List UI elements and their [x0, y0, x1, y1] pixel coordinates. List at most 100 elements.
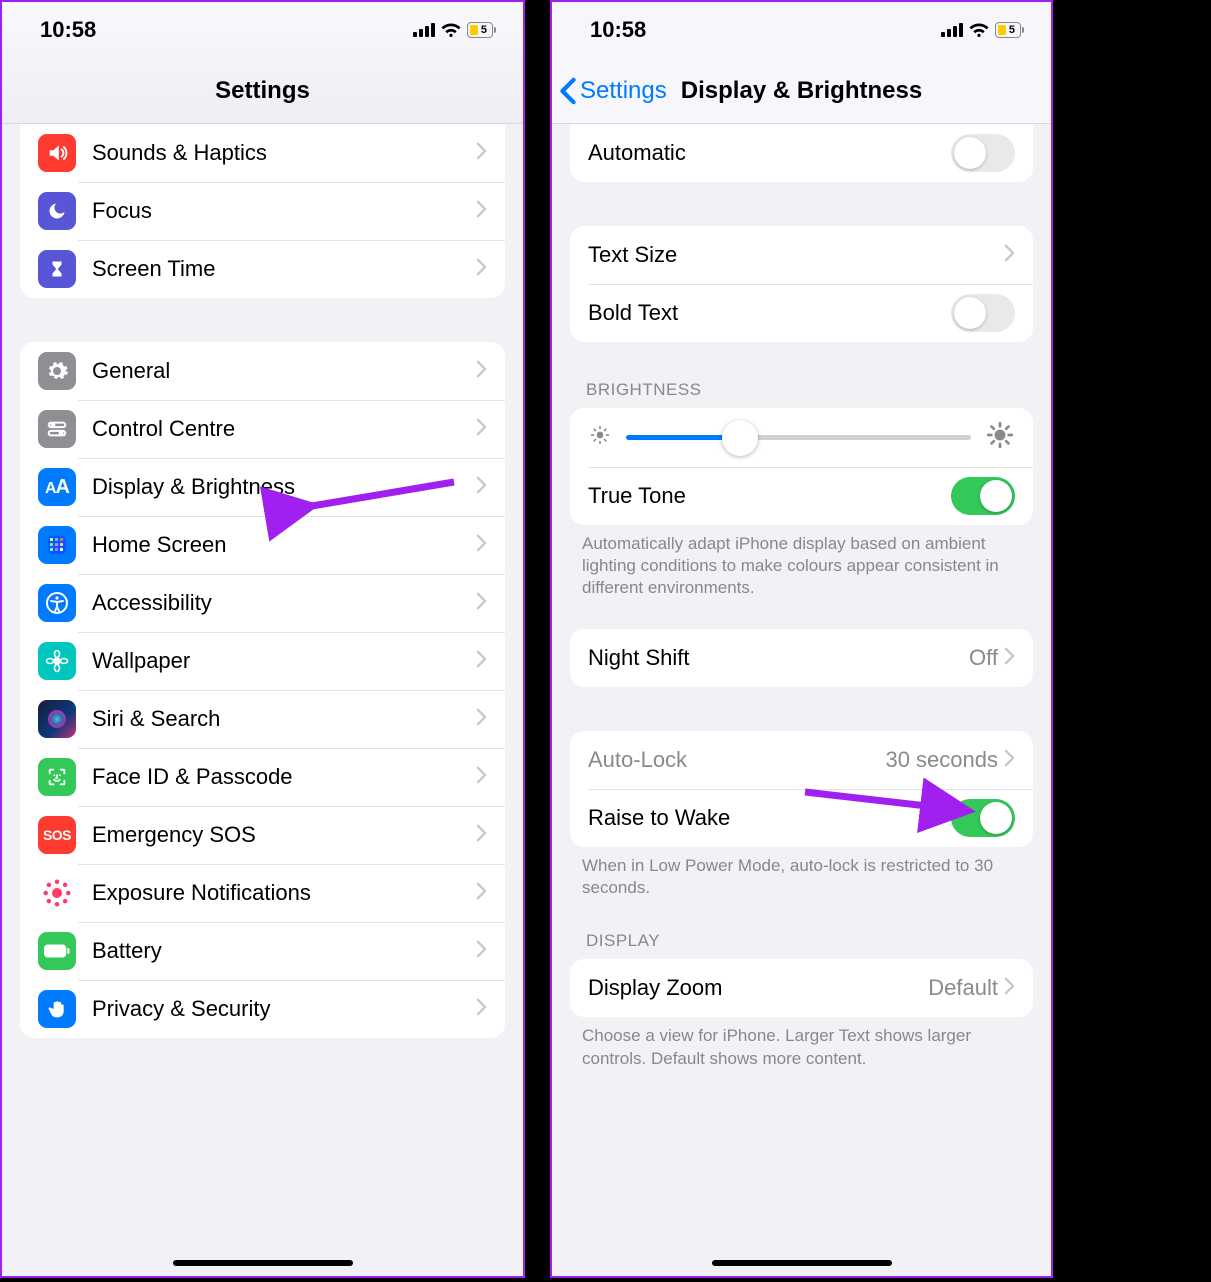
cellular-icon: [413, 23, 435, 37]
chevron-right-icon: [476, 708, 487, 731]
chevron-right-icon: [476, 258, 487, 281]
chevron-right-icon: [476, 824, 487, 847]
chevron-right-icon: [1004, 244, 1015, 267]
row-label: Exposure Notifications: [92, 880, 476, 906]
status-bar: 10:58 5: [552, 2, 1051, 58]
row-label: Face ID & Passcode: [92, 764, 476, 790]
display-zoom-label: Display Zoom: [588, 975, 928, 1001]
night-shift-value: Off: [969, 645, 998, 671]
status-bar: 10:58 5: [2, 2, 523, 58]
priv-icon: [38, 990, 76, 1028]
siri-icon: [38, 700, 76, 738]
battery-icon: 5: [467, 22, 493, 38]
raise-to-wake-toggle[interactable]: [951, 799, 1015, 837]
row-label: Battery: [92, 938, 476, 964]
settings-row-expo[interactable]: Exposure Notifications: [20, 864, 505, 922]
row-label: Focus: [92, 198, 476, 224]
bold-text-row[interactable]: Bold Text: [570, 284, 1033, 342]
chevron-right-icon: [476, 940, 487, 963]
display-zoom-value: Default: [928, 975, 998, 1001]
settings-group: Sounds & Haptics Focus Screen Time: [20, 124, 505, 298]
settings-row-priv[interactable]: Privacy & Security: [20, 980, 505, 1038]
night-shift-label: Night Shift: [588, 645, 969, 671]
general-icon: [38, 352, 76, 390]
settings-row-batt[interactable]: Battery: [20, 922, 505, 980]
settings-list[interactable]: Sounds & Haptics Focus Screen Time General…: [2, 124, 523, 1276]
auto-lock-label: Auto-Lock: [588, 747, 885, 773]
automatic-toggle[interactable]: [951, 134, 1015, 172]
settings-group: General Control Centre AA Display & Brightn…: [20, 342, 505, 1038]
wall-icon: [38, 642, 76, 680]
chevron-right-icon: [1004, 749, 1015, 772]
settings-row-face[interactable]: Face ID & Passcode: [20, 748, 505, 806]
settings-row-access[interactable]: Accessibility: [20, 574, 505, 632]
settings-row-focus[interactable]: Focus: [20, 182, 505, 240]
true-tone-row[interactable]: True Tone: [570, 467, 1033, 525]
status-time: 10:58: [40, 17, 96, 43]
autolock-footer: When in Low Power Mode, auto-lock is res…: [552, 847, 1051, 899]
row-label: Control Centre: [92, 416, 476, 442]
settings-row-display[interactable]: AA Display & Brightness: [20, 458, 505, 516]
display-settings-list[interactable]: Automatic Text Size Bold Text BRIGHTNESS: [552, 124, 1051, 1276]
true-tone-toggle[interactable]: [951, 477, 1015, 515]
true-tone-footer: Automatically adapt iPhone display based…: [552, 525, 1051, 599]
page-title: Settings: [215, 77, 310, 105]
nav-header: Settings Display & Brightness: [552, 58, 1051, 124]
wifi-icon: [441, 23, 461, 38]
brightness-group: True Tone: [570, 408, 1033, 525]
chevron-right-icon: [476, 360, 487, 383]
display-icon: AA: [38, 468, 76, 506]
brightness-slider[interactable]: [626, 435, 971, 440]
row-label: Display & Brightness: [92, 474, 476, 500]
chevron-right-icon: [476, 998, 487, 1021]
home-indicator: [173, 1260, 353, 1266]
sos-icon: SOS: [38, 816, 76, 854]
face-icon: [38, 758, 76, 796]
display-zoom-row[interactable]: Display Zoom Default: [570, 959, 1033, 1017]
settings-row-screen[interactable]: Screen Time: [20, 240, 505, 298]
chevron-right-icon: [476, 650, 487, 673]
auto-lock-value: 30 seconds: [885, 747, 998, 773]
page-title: Display & Brightness: [681, 77, 922, 105]
row-label: Sounds & Haptics: [92, 140, 476, 166]
settings-row-control[interactable]: Control Centre: [20, 400, 505, 458]
brightness-low-icon: [590, 425, 610, 450]
chevron-right-icon: [1004, 647, 1015, 670]
battery-icon: 5: [995, 22, 1021, 38]
settings-row-home[interactable]: Home Screen: [20, 516, 505, 574]
brightness-slider-row[interactable]: [570, 408, 1033, 467]
bold-text-toggle[interactable]: [951, 294, 1015, 332]
settings-row-siri[interactable]: Siri & Search: [20, 690, 505, 748]
back-button[interactable]: Settings: [558, 58, 667, 123]
settings-row-sounds[interactable]: Sounds & Haptics: [20, 124, 505, 182]
display-brightness-screen: 10:58 5 Settings Display & Brightness Au…: [550, 0, 1053, 1278]
brightness-high-icon: [987, 422, 1013, 453]
row-label: Wallpaper: [92, 648, 476, 674]
chevron-right-icon: [476, 476, 487, 499]
night-shift-row[interactable]: Night Shift Off: [570, 629, 1033, 687]
lock-group: Auto-Lock 30 seconds Raise to Wake: [570, 731, 1033, 847]
chevron-right-icon: [476, 418, 487, 441]
screen-icon: [38, 250, 76, 288]
auto-lock-row[interactable]: Auto-Lock 30 seconds: [570, 731, 1033, 789]
chevron-right-icon: [476, 142, 487, 165]
chevron-right-icon: [476, 882, 487, 905]
raise-to-wake-label: Raise to Wake: [588, 805, 951, 831]
chevron-right-icon: [476, 592, 487, 615]
control-icon: [38, 410, 76, 448]
status-icons: 5: [941, 22, 1021, 38]
text-group: Text Size Bold Text: [570, 226, 1033, 342]
settings-row-general[interactable]: General: [20, 342, 505, 400]
cellular-icon: [941, 23, 963, 37]
status-icons: 5: [413, 22, 493, 38]
raise-to-wake-row[interactable]: Raise to Wake: [570, 789, 1033, 847]
settings-row-sos[interactable]: SOSEmergency SOS: [20, 806, 505, 864]
text-size-row[interactable]: Text Size: [570, 226, 1033, 284]
row-label: Privacy & Security: [92, 996, 476, 1022]
sounds-icon: [38, 134, 76, 172]
automatic-row[interactable]: Automatic: [570, 124, 1033, 182]
focus-icon: [38, 192, 76, 230]
bold-text-label: Bold Text: [588, 300, 951, 326]
true-tone-label: True Tone: [588, 483, 951, 509]
settings-row-wall[interactable]: Wallpaper: [20, 632, 505, 690]
